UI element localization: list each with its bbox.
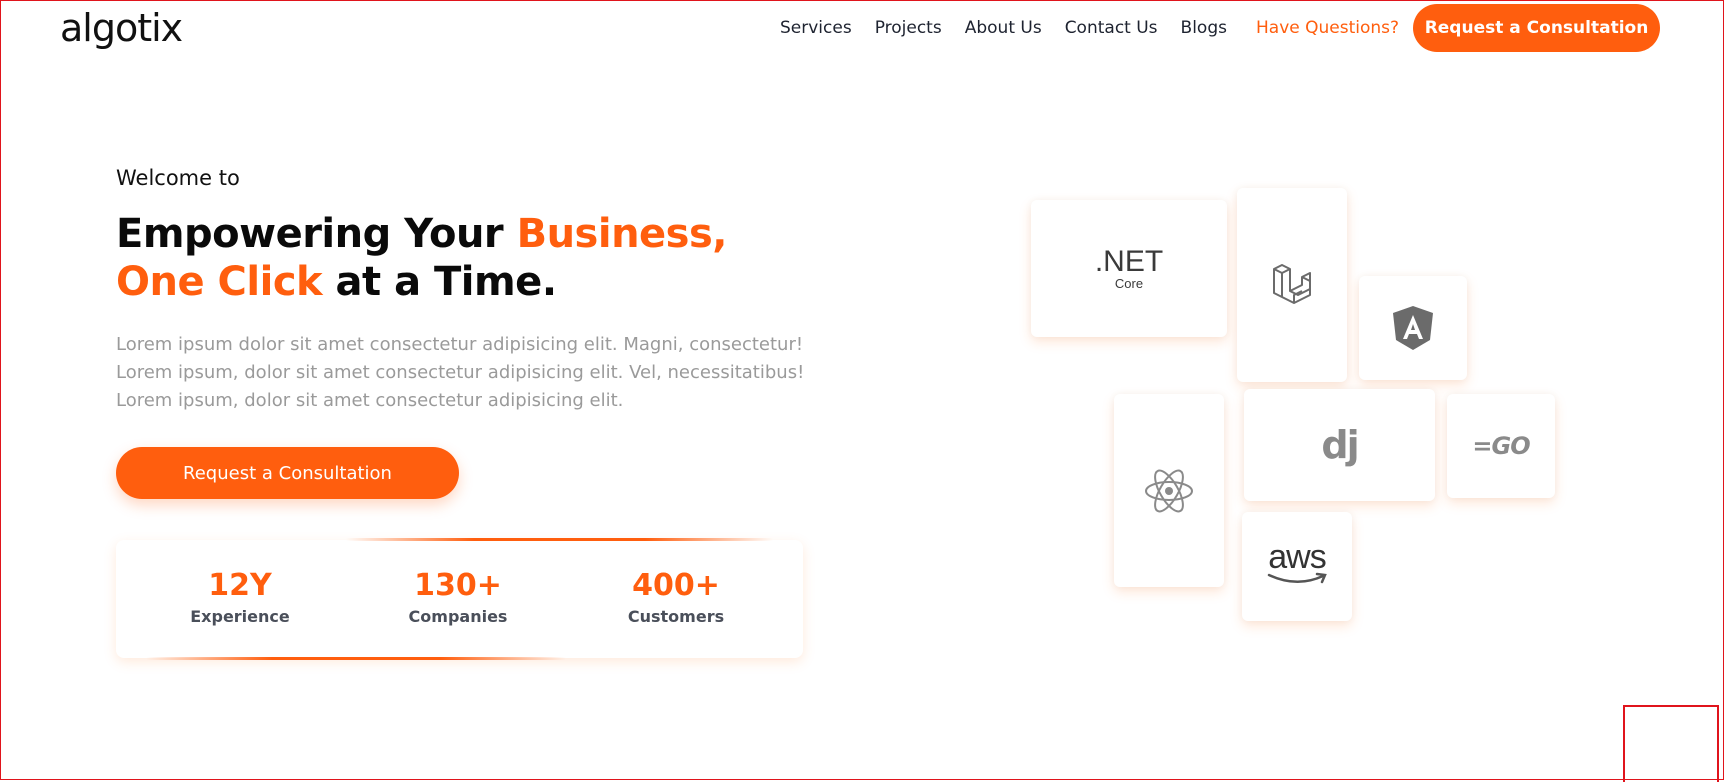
corner-overlay-box (1623, 705, 1719, 782)
dotnet-label: .NET (1094, 244, 1164, 278)
go-icon: =GO (1472, 432, 1530, 460)
tile-angular (1359, 276, 1467, 380)
tile-go: =GO (1447, 394, 1555, 498)
description-line: Lorem ipsum, dolor sit amet consectetur … (116, 362, 805, 383)
header-consultation-button[interactable]: Request a Consultation (1413, 4, 1660, 52)
hero-description: Lorem ipsum dolor sit amet consectetur a… (116, 331, 816, 415)
stat-label: Companies (408, 607, 508, 626)
nav-projects[interactable]: Projects (875, 14, 942, 42)
stat-companies: 130+ Companies (358, 568, 558, 628)
stat-label: Customers (627, 607, 725, 626)
headline-part: at a Time. (322, 259, 557, 305)
nav-blogs[interactable]: Blogs (1181, 14, 1227, 42)
angular-icon (1393, 306, 1433, 350)
laravel-icon (1273, 264, 1311, 304)
hero-consultation-button[interactable]: Request a Consultation (116, 447, 459, 499)
stat-label: Experience (190, 607, 290, 626)
django-icon: dj (1321, 423, 1359, 467)
nav-services[interactable]: Services (780, 14, 852, 42)
nav-about-us[interactable]: About Us (965, 14, 1042, 42)
stat-value: 130+ (414, 568, 502, 603)
stat-value: 12Y (208, 568, 272, 603)
description-line: Lorem ipsum, dolor sit amet consectetur … (116, 390, 624, 411)
aws-smile-icon (1267, 572, 1327, 584)
nav-contact-us[interactable]: Contact Us (1065, 14, 1158, 42)
aws-icon: aws (1265, 538, 1329, 591)
tile-aws: aws (1242, 512, 1352, 621)
description-line: Lorem ipsum dolor sit amet consectetur a… (116, 334, 804, 355)
react-icon (1145, 469, 1193, 512)
tile-dotnet: .NET Core (1031, 200, 1227, 337)
main-nav: Services Projects About Us Contact Us Bl… (780, 14, 1250, 42)
hero-headline: Empowering Your Business, One Click at a… (116, 210, 727, 306)
tile-django: dj (1244, 389, 1435, 501)
dotnet-sub: Core (1114, 275, 1144, 291)
headline-part: Empowering Your (116, 211, 517, 257)
dotnet-icon: .NET Core (1094, 244, 1164, 291)
stat-value: 400+ (632, 568, 720, 603)
tile-react (1114, 394, 1224, 587)
tile-laravel (1237, 188, 1347, 382)
logo[interactable]: algotix (60, 4, 183, 52)
stats-card: 12Y Experience 130+ Companies 400+ Custo… (116, 538, 803, 660)
have-questions-link[interactable]: Have Questions? (1256, 14, 1399, 42)
headline-accent: One Click (116, 259, 323, 305)
headline-accent: Business, (516, 211, 728, 257)
stat-experience: 12Y Experience (140, 568, 340, 628)
welcome-text: Welcome to (116, 166, 240, 190)
stat-customers: 400+ Customers (576, 568, 776, 628)
aws-label: aws (1268, 538, 1326, 576)
